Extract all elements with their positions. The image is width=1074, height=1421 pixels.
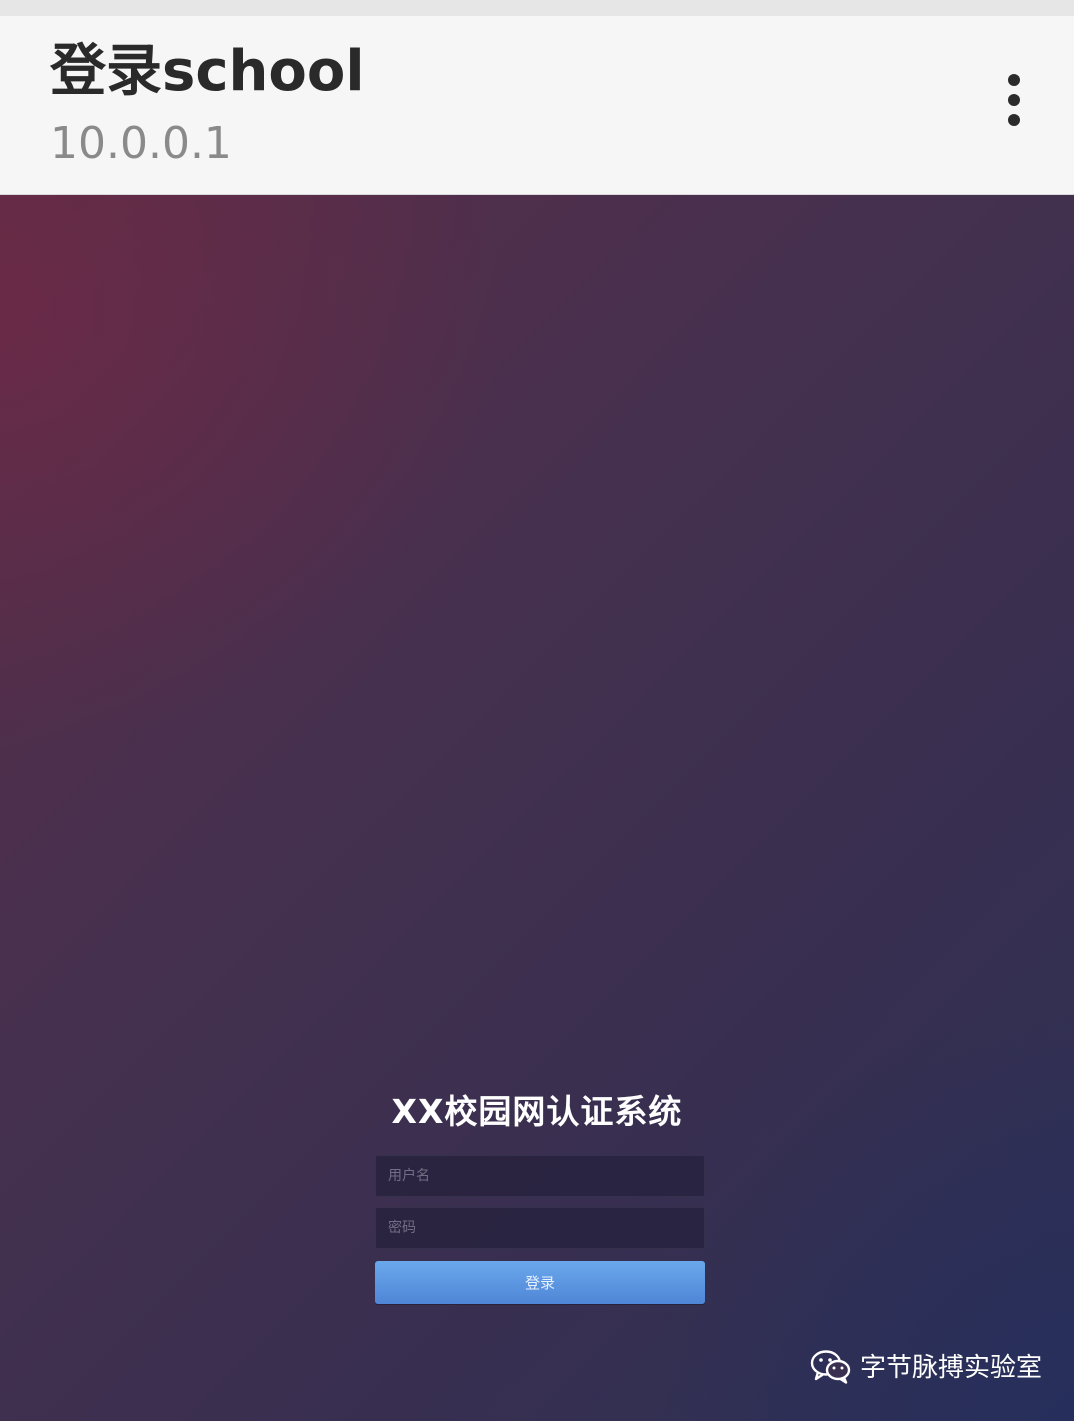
more-vert-icon[interactable] <box>990 72 1038 130</box>
wechat-icon <box>810 1349 851 1384</box>
watermark-text: 字节脉搏实验室 <box>860 1353 1043 1383</box>
page-title: 登录school <box>50 39 365 104</box>
menu-dot <box>1008 114 1020 126</box>
login-title: XX校园网认证系统 <box>391 1092 683 1131</box>
status-bar <box>0 0 1074 16</box>
watermark: 字节脉搏实验室 <box>810 1347 1042 1384</box>
menu-dot <box>1008 74 1020 86</box>
page-url: 10.0.0.1 <box>50 118 232 169</box>
app-bar: 登录school 10.0.0.1 <box>0 16 1074 195</box>
username-input[interactable] <box>375 1155 705 1197</box>
menu-dot <box>1008 94 1020 106</box>
login-button[interactable]: 登录 <box>375 1261 705 1304</box>
password-input[interactable] <box>375 1207 705 1249</box>
login-webview: XX校园网认证系统 登录 字节脉搏实验室 <box>0 195 1074 1421</box>
